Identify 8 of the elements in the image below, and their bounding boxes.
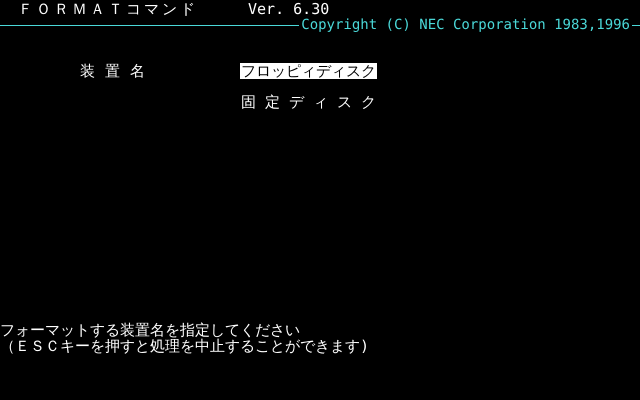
device-option[interactable]: 固定ディスク [240, 94, 386, 110]
copyright-notice: Copyright (C) NEC Corporation 1983,1996 [300, 17, 631, 33]
device-label: 装置名 [80, 63, 156, 82]
device-option[interactable]: フロッピィディスク [240, 63, 377, 79]
instruction-text: フォーマットする装置名を指定してください [0, 322, 301, 338]
instruction-text: （ＥＳＣキーを押すと処理を中止することができます) [0, 338, 370, 354]
version-label: Ver. 6.30 [248, 1, 330, 17]
window-title: ＦＯＲＭＡＴコマンド [18, 1, 199, 17]
